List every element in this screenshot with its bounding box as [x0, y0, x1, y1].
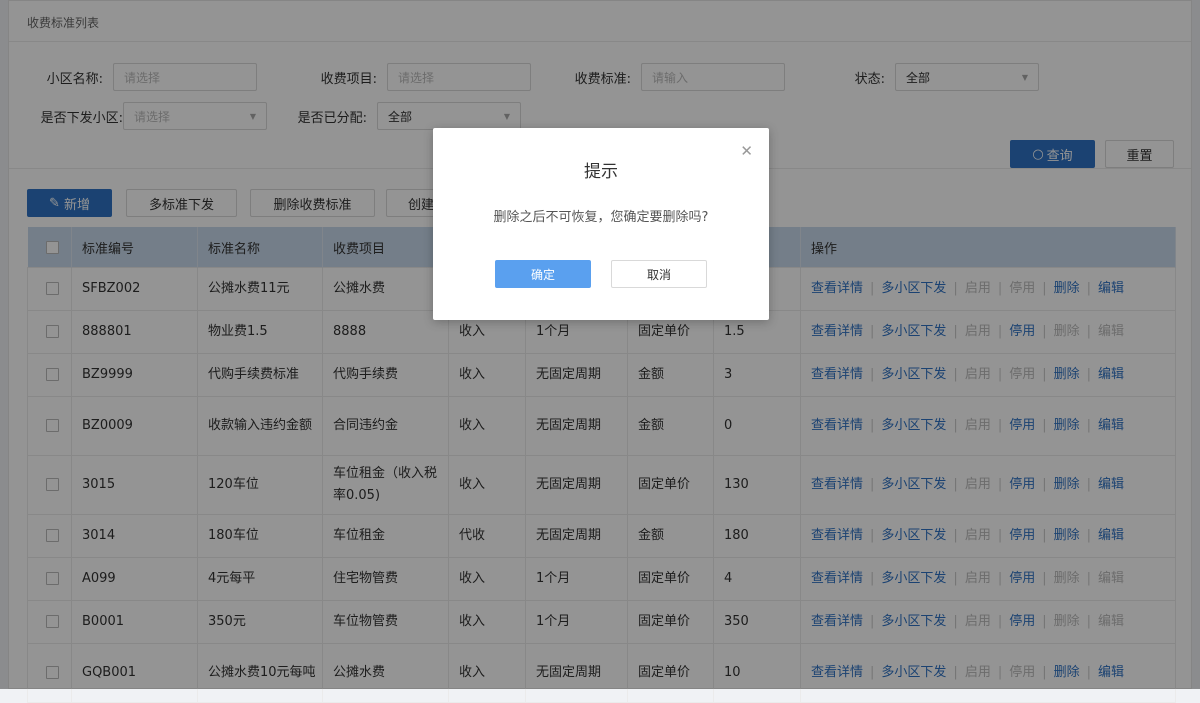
close-icon[interactable]: ✕ [740, 142, 753, 160]
dialog-message: 删除之后不可恢复，您确定要删除吗? [493, 210, 709, 225]
confirm-delete-dialog: 提示 ✕ 删除之后不可恢复，您确定要删除吗? 确定 取消 [433, 128, 769, 320]
dialog-title: 提示 [584, 162, 618, 182]
modal-overlay [0, 0, 1200, 689]
confirm-button[interactable]: 确定 [495, 260, 591, 288]
cancel-button[interactable]: 取消 [611, 260, 707, 288]
